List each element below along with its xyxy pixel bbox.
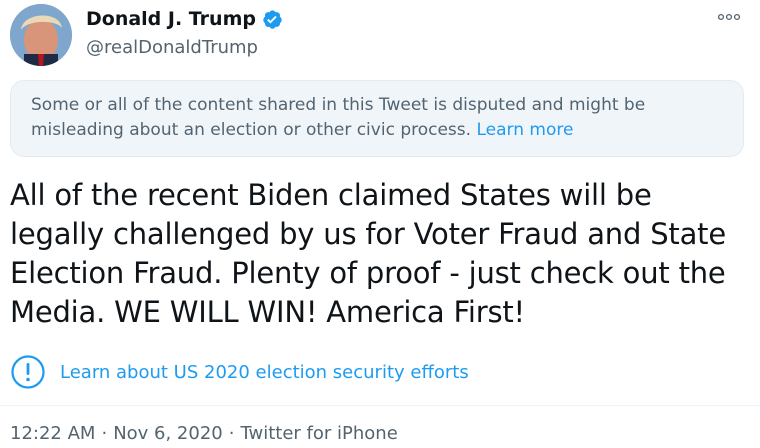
tweet-time[interactable]: 12:22 AM [10,423,95,444]
avatar[interactable] [10,4,72,66]
more-options-icon[interactable] [716,4,742,30]
info-icon [10,354,46,390]
meta-separator: · [228,423,235,444]
disputed-content-notice: Some or all of the content shared in thi… [10,80,744,157]
tweet-header: Donald J. Trump @realDonaldTrump [0,0,760,72]
verified-badge-icon [262,9,283,30]
tweet-meta: 12:22 AM · Nov 6, 2020 · Twitter for iPhone [10,423,398,444]
tweet-client[interactable]: Twitter for iPhone [240,423,397,444]
election-info-label[interactable]: Learn about US 2020 election security ef… [60,362,469,383]
learn-more-link[interactable]: Learn more [476,120,573,140]
tweet-date[interactable]: Nov 6, 2020 [113,423,223,444]
divider [0,405,760,406]
tweet-body: All of the recent Biden claimed States w… [10,178,726,329]
election-info-link[interactable]: Learn about US 2020 election security ef… [10,354,469,390]
author-name-row: Donald J. Trump [86,8,283,30]
author-handle[interactable]: @realDonaldTrump [86,37,258,58]
author-display-name[interactable]: Donald J. Trump [86,8,256,30]
meta-separator: · [101,423,108,444]
